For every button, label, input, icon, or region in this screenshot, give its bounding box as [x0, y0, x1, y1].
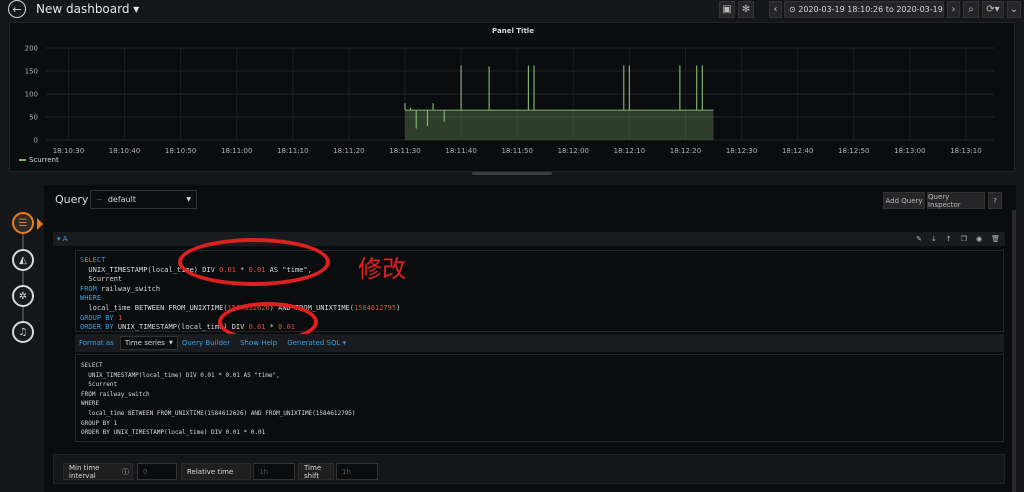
generated-sql-link[interactable]: Generated SQL ▾ — [287, 339, 346, 347]
refresh-button[interactable]: ⟳▾ — [982, 1, 1004, 18]
query-row-actions: ✎ ↓ ↑ ❐ ◉ 🗑 — [916, 235, 1000, 243]
legend: Scurrent — [19, 156, 59, 164]
x-tick-label: 18:11:30 — [389, 147, 420, 153]
min-interval-label-text: Min time interval — [69, 463, 100, 480]
back-button[interactable]: ← — [8, 0, 26, 18]
active-pointer — [37, 218, 43, 230]
x-tick-label: 18:12:20 — [670, 147, 701, 153]
datasource-name: default — [107, 195, 136, 204]
time-back-button[interactable]: ‹ — [769, 1, 782, 18]
trash-icon[interactable]: 🗑 — [991, 235, 1000, 243]
sidebar-alert[interactable]: ♫ — [12, 321, 34, 343]
y-tick-label: 150 — [25, 68, 38, 76]
save-button[interactable]: ▣ — [719, 1, 735, 18]
query-inspector-button[interactable]: Query Inspector — [927, 192, 985, 209]
x-tick-label: 18:13:00 — [894, 147, 925, 153]
x-tick-label: 18:10:40 — [109, 147, 140, 153]
query-row-header — [53, 232, 1005, 246]
x-tick-label: 18:12:50 — [838, 147, 869, 153]
time-forward-button[interactable]: › — [947, 1, 960, 18]
panel-resize-handle[interactable] — [472, 172, 552, 175]
x-tick-label: 18:10:30 — [53, 147, 84, 153]
time-shift-input[interactable]: 1h — [336, 463, 378, 480]
sidebar-queries[interactable]: ☰ — [12, 212, 34, 234]
zoom-out-button[interactable]: ⌕ — [963, 1, 979, 18]
x-tick-label: 18:11:50 — [501, 147, 532, 153]
gear-icon: ✻ — [741, 4, 751, 15]
relative-time-label: Relative time — [181, 463, 251, 480]
sidebar-connector — [22, 222, 24, 332]
info-icon[interactable]: ⓘ — [122, 467, 129, 477]
bell-icon: ♫ — [18, 326, 28, 338]
help-button[interactable]: ? — [988, 192, 1002, 209]
arrow-left-icon: ← — [12, 2, 22, 16]
graph-panel: Panel Title 0 50 100 150 200 18:10:30 18:10:40… — [9, 22, 1015, 172]
chart-icon: ◭ — [19, 254, 27, 266]
arrow-up-icon[interactable]: ↑ — [946, 235, 952, 243]
format-bar: Format as Time series ▼ Query Builder Sho… — [75, 334, 1004, 352]
x-tick-label: 18:11:20 — [333, 147, 364, 153]
zoom-out-icon: ⌕ — [968, 4, 974, 15]
datasource-select[interactable]: ┄ default ▼ — [90, 190, 197, 209]
arrow-down-icon[interactable]: ↓ — [931, 235, 937, 243]
y-tick-label: 200 — [25, 45, 38, 53]
x-tick-label: 18:11:40 — [445, 147, 476, 153]
min-interval-input[interactable]: 0 — [137, 463, 177, 480]
relative-time-input[interactable]: 1h — [253, 463, 295, 480]
add-query-button[interactable]: Add Query — [883, 192, 925, 209]
chevron-right-icon: › — [951, 4, 956, 15]
x-tick-label: 18:11:10 — [277, 147, 308, 153]
sidebar-visualization[interactable]: ◭ — [12, 249, 34, 271]
y-tick-label: 0 — [34, 137, 38, 145]
x-tick-label: 18:12:40 — [782, 147, 813, 153]
refresh-icon: ⟳▾ — [986, 4, 1000, 15]
gear-icon: ✲ — [18, 290, 28, 302]
time-range-picker[interactable]: ⊙ 2020-03-19 18:10:26 to 2020-03-19 18:1… — [784, 1, 944, 18]
y-tick-label: 50 — [29, 114, 38, 122]
query-label: Query — [55, 193, 89, 206]
x-tick-label: 18:10:50 — [165, 147, 196, 153]
caret-down-icon: ▼ — [186, 196, 191, 203]
legend-label[interactable]: Scurrent — [29, 156, 59, 164]
more-button[interactable]: ⌄ — [1007, 1, 1021, 18]
generated-sql-preview: SELECT UNIX_TIMESTAMP(local_time) DIV 0.… — [75, 354, 1004, 442]
min-interval-label: Min time interval ⓘ — [63, 463, 133, 480]
format-as-value: Time series — [124, 339, 165, 347]
generated-sql-text: SELECT UNIX_TIMESTAMP(local_time) DIV 0.… — [81, 362, 356, 437]
x-tick-label: 18:11:00 — [221, 147, 252, 153]
y-tick-label: 100 — [25, 91, 38, 99]
query-row-toggle[interactable]: ▾ A — [57, 235, 68, 243]
x-tick-label: 18:12:30 — [726, 147, 757, 153]
query-builder-link[interactable]: Query Builder — [182, 339, 230, 347]
sidebar-general[interactable]: ✲ — [12, 285, 34, 307]
datasource-icon: ┄ — [97, 195, 102, 204]
pencil-icon[interactable]: ✎ — [916, 235, 922, 243]
x-tick-label: 18:13:10 — [950, 147, 981, 153]
copy-icon[interactable]: ❐ — [961, 235, 967, 243]
legend-swatch — [19, 159, 26, 161]
dashboard-title[interactable]: New dashboard ▾ — [36, 2, 139, 16]
caret-down-icon: ▼ — [168, 340, 173, 346]
format-as-select[interactable]: Time series ▼ — [119, 336, 178, 350]
x-tick-label: 18:12:00 — [558, 147, 589, 153]
time-shift-label: Time shift — [298, 463, 334, 480]
database-icon: ☰ — [18, 217, 28, 229]
eye-icon[interactable]: ◉ — [976, 235, 982, 243]
annotation-circle-1 — [178, 238, 330, 286]
scrollbar[interactable] — [1012, 210, 1016, 492]
show-help-link[interactable]: Show Help — [240, 339, 277, 347]
graph-chart[interactable]: 0 50 100 150 200 18:10:30 18:10:40 18:10:50 18:1… — [10, 23, 1016, 153]
series-area — [405, 110, 714, 140]
annotation-text: 修改 — [358, 255, 406, 283]
chevron-down-icon: ⌄ — [1009, 4, 1019, 15]
settings-button[interactable]: ✻ — [738, 1, 754, 18]
chevron-left-icon: ‹ — [773, 4, 778, 15]
x-tick-label: 18:12:10 — [614, 147, 645, 153]
save-icon: ▣ — [722, 4, 732, 15]
format-as-label: Format as — [79, 339, 114, 347]
